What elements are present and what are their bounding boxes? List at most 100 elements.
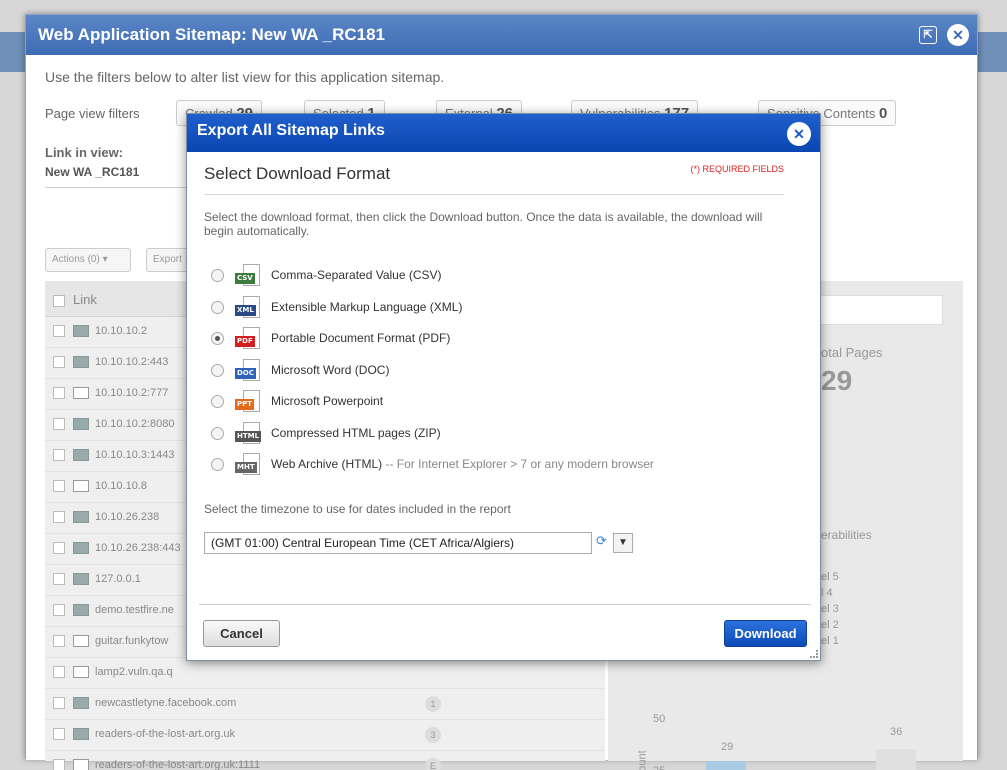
link-name[interactable]: 10.10.26.238 — [95, 511, 159, 523]
cancel-button[interactable]: Cancel — [203, 620, 280, 647]
actions-dropdown[interactable]: Actions (0) ▾ — [45, 248, 131, 272]
format-option[interactable]: XML Extensible Markup Language (XML) — [211, 295, 771, 320]
row-checkbox[interactable] — [53, 511, 65, 524]
row-checkbox[interactable] — [53, 635, 65, 648]
link-name[interactable]: 10.10.10.2:443 — [95, 356, 168, 368]
format-option[interactable]: MHT Web Archive (HTML) -- For Internet Ex… — [211, 453, 771, 477]
format-option[interactable]: DOC Microsoft Word (DOC) — [211, 358, 771, 383]
level-label: el 3 — [821, 603, 839, 615]
file-type-tag: PPT — [235, 399, 255, 410]
required-fields-note: (*) REQUIRED FIELDS — [690, 164, 784, 174]
format-radio[interactable] — [211, 269, 224, 282]
format-radio[interactable] — [211, 426, 224, 440]
folder-icon — [73, 480, 89, 493]
pdf-file-icon: PDF — [235, 327, 265, 351]
popout-icon[interactable]: ⇱ — [919, 26, 937, 44]
row-checkbox[interactable] — [53, 573, 65, 586]
format-note: -- For Internet Explorer > 7 or any mode… — [382, 457, 654, 471]
link-name[interactable]: 10.10.26.238:443 — [95, 542, 181, 554]
row-checkbox[interactable] — [53, 418, 65, 431]
row-checkbox[interactable] — [53, 542, 65, 555]
section-title: Select Download Format — [204, 164, 391, 183]
row-checkbox[interactable] — [53, 697, 65, 710]
link-name[interactable]: readers-of-the-lost-art.org.uk:1111 — [95, 759, 260, 770]
folder-icon — [73, 542, 89, 555]
format-radio[interactable] — [211, 458, 224, 471]
row-checkbox[interactable] — [53, 759, 65, 770]
divider — [45, 187, 205, 188]
list-item[interactable]: lamp2.vuln.qa.q — [45, 658, 605, 689]
format-option[interactable]: PPT Microsoft Powerpoint — [211, 390, 771, 414]
format-option[interactable]: PDF Portable Document Format (PDF) — [211, 327, 771, 351]
select-all-checkbox[interactable] — [53, 294, 65, 307]
folder-icon — [73, 635, 89, 648]
chart-bar-label: 29 — [721, 741, 734, 753]
link-name[interactable]: demo.testfire.ne — [95, 604, 174, 616]
chevron-down-icon[interactable]: ▼ — [613, 533, 633, 553]
download-button[interactable]: Download — [724, 620, 807, 647]
format-radio[interactable] — [211, 395, 224, 408]
sitemap-dialog-header: Web Application Sitemap: New WA _RC181 ⇱… — [26, 15, 977, 55]
link-name[interactable]: 127.0.0.1 — [95, 573, 141, 585]
format-label-text: Web Archive (HTML) — [271, 457, 383, 471]
list-item[interactable]: readers-of-the-lost-art.org.uk 3 — [45, 720, 605, 751]
sitemap-dialog-title: Web Application Sitemap: New WA _RC181 — [38, 25, 385, 44]
export-modal: Export All Sitemap Links Select Download… — [186, 113, 821, 661]
row-checkbox[interactable] — [53, 480, 65, 493]
link-name[interactable]: 10.10.10.2 — [95, 325, 147, 337]
export-modal-title: Export All Sitemap Links — [197, 122, 385, 139]
row-checkbox[interactable] — [53, 604, 65, 617]
row-checkbox[interactable] — [53, 387, 65, 400]
chevron-down-icon: ▾ — [102, 254, 108, 265]
link-name[interactable]: 10.10.10.3:1443 — [95, 449, 175, 461]
format-radio[interactable] — [211, 363, 224, 377]
format-option[interactable]: CSV Comma-Separated Value (CSV) — [211, 264, 771, 288]
level-label: el 2 — [821, 619, 839, 631]
format-label-text: Extensible Markup Language (XML) — [271, 299, 463, 314]
format-label: Compressed HTML pages (ZIP) — [271, 426, 441, 440]
link-name[interactable]: 10.10.10.8 — [95, 480, 147, 492]
file-type-tag: XML — [235, 304, 256, 316]
format-label: Comma-Separated Value (CSV) — [271, 268, 442, 282]
file-type-tag: CSV — [235, 273, 255, 284]
list-item[interactable]: newcastletyne.facebook.com 1 — [45, 689, 605, 720]
close-icon[interactable]: ✕ — [947, 24, 969, 46]
html-file-icon: HTML — [235, 421, 265, 446]
link-name[interactable]: 10.10.10.2:8080 — [95, 418, 175, 430]
row-checkbox[interactable] — [53, 666, 65, 679]
format-radio[interactable] — [211, 300, 224, 314]
link-name[interactable]: guitar.funkytow — [95, 635, 168, 647]
format-label: Web Archive (HTML) -- For Internet Explo… — [271, 457, 654, 471]
link-name[interactable]: 10.10.10.2:777 — [95, 387, 168, 399]
row-checkbox[interactable] — [53, 728, 65, 741]
row-checkbox[interactable] — [53, 325, 65, 338]
format-label: Extensible Markup Language (XML) — [271, 300, 462, 314]
format-label-text: Portable Document Format (PDF) — [271, 331, 451, 345]
chart-bar-label: 36 — [890, 726, 903, 738]
close-icon[interactable] — [787, 122, 811, 146]
resize-grip-icon[interactable] — [810, 650, 818, 658]
format-label-text: Comma-Separated Value (CSV) — [271, 268, 442, 282]
link-name[interactable]: readers-of-the-lost-art.org.uk — [95, 728, 235, 740]
format-radio[interactable] — [211, 332, 224, 345]
folder-icon — [73, 511, 89, 524]
chart-bar — [706, 761, 746, 770]
file-type-tag: PDF — [235, 336, 255, 347]
timezone-label: Select the timezone to use for dates inc… — [204, 502, 511, 516]
folder-icon — [73, 356, 89, 369]
list-item[interactable]: readers-of-the-lost-art.org.uk:1111 E — [45, 751, 605, 770]
link-name[interactable]: lamp2.vuln.qa.q — [95, 666, 173, 678]
timezone-select[interactable]: (GMT 01:00) Central European Time (CET A… — [204, 532, 592, 554]
row-checkbox[interactable] — [53, 449, 65, 462]
format-option[interactable]: HTML Compressed HTML pages (ZIP) — [211, 421, 771, 446]
link-name[interactable]: newcastletyne.facebook.com — [95, 697, 236, 709]
row-checkbox[interactable] — [53, 356, 65, 369]
refresh-icon[interactable]: ⟳ — [596, 533, 612, 551]
folder-icon — [73, 759, 89, 770]
chart-bar — [876, 749, 916, 770]
list-header-link: Link — [73, 292, 97, 307]
format-label: Microsoft Powerpoint — [271, 394, 383, 408]
xml-file-icon: XML — [235, 295, 265, 320]
folder-icon — [73, 449, 89, 462]
format-label-text: Microsoft Word (DOC) — [271, 362, 390, 377]
